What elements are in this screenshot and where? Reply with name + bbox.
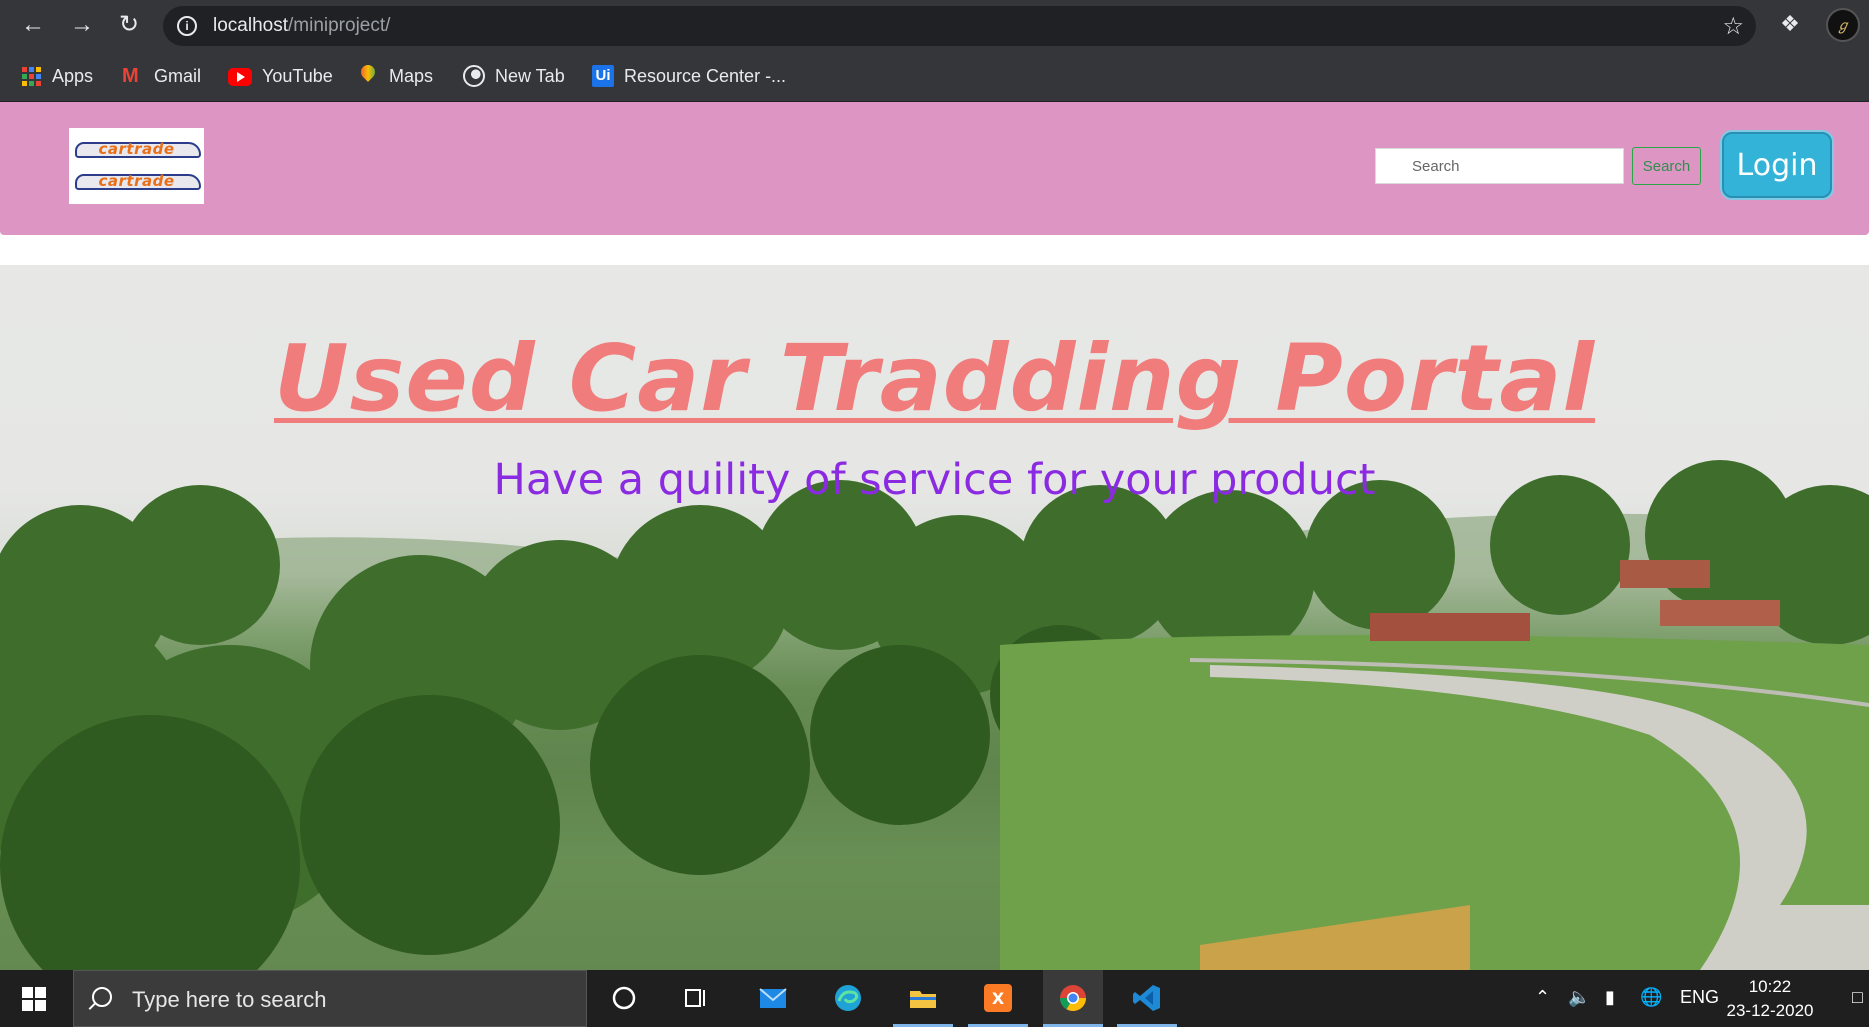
hero-banner: Used Car Tradding Portal Have a quility … <box>0 265 1869 970</box>
maps-icon <box>357 65 379 87</box>
browser-toolbar: ← → ↻ i localhost/miniproject/ ☆ ❖ ℊ <box>0 0 1869 50</box>
vscode-icon[interactable] <box>1117 970 1177 1027</box>
bookmark-label: Apps <box>52 65 94 86</box>
volume-icon[interactable]: 🔈 <box>1568 987 1590 1008</box>
logo-text: cartrade <box>98 172 175 190</box>
windows-start-icon[interactable] <box>22 987 46 1011</box>
hero-subtitle: Have a quility of service for your produ… <box>493 455 1376 505</box>
xampp-icon[interactable]: X <box>968 970 1028 1027</box>
bookmark-apps[interactable]: Apps <box>20 62 93 90</box>
site-navbar: cartrade cartrade Search Login <box>0 102 1869 235</box>
notifications-icon[interactable]: □ <box>1852 987 1863 1008</box>
youtube-icon <box>228 68 252 86</box>
system-clock[interactable]: 10:22 23-12-2020 <box>1720 975 1820 1023</box>
language-indicator[interactable]: ENG <box>1680 987 1719 1008</box>
clock-date: 23-12-2020 <box>1726 1001 1814 1020</box>
bookmark-resource-center[interactable]: Ui Resource Center -... <box>592 62 786 90</box>
network-globe-icon[interactable]: 🌐 <box>1640 987 1662 1008</box>
header-spacer <box>0 235 1869 265</box>
forward-arrow-icon[interactable]: → <box>66 9 98 41</box>
windows-taskbar: Type here to search X ⌃ 🔈 ▮ 🌐 ENG 10:22 … <box>0 970 1869 1027</box>
extensions-puzzle-icon[interactable]: ❖ <box>1776 10 1804 38</box>
profile-avatar[interactable]: ℊ <box>1826 8 1860 42</box>
bookmark-label: Maps <box>389 65 434 86</box>
show-hidden-icons-chevron-icon[interactable]: ⌃ <box>1535 987 1550 1008</box>
taskbar-search-box[interactable]: Type here to search <box>73 970 587 1027</box>
url-path: /miniproject/ <box>288 15 391 36</box>
gmail-icon: M <box>122 65 139 87</box>
site-info-icon[interactable]: i <box>177 16 197 36</box>
apps-grid-icon <box>20 65 42 87</box>
search-icon <box>92 987 112 1007</box>
globe-icon <box>463 65 485 87</box>
ui-icon: Ui <box>592 65 614 87</box>
battery-icon[interactable]: ▮ <box>1605 987 1615 1008</box>
svg-text:X: X <box>992 989 1005 1008</box>
cortana-icon[interactable] <box>594 970 654 1027</box>
bookmark-youtube[interactable]: YouTube <box>228 62 333 90</box>
bookmark-star-icon[interactable]: ☆ <box>1722 12 1744 41</box>
file-explorer-icon[interactable] <box>893 970 953 1027</box>
cartrade-logo[interactable]: cartrade cartrade <box>69 128 204 204</box>
edge-browser-icon[interactable] <box>818 970 878 1027</box>
clock-time: 10:22 <box>1748 977 1792 996</box>
back-arrow-icon[interactable]: ← <box>17 9 49 41</box>
bookmark-label: Resource Center -... <box>624 65 787 86</box>
url-text[interactable]: localhost/miniproject/ <box>213 15 390 37</box>
login-button[interactable]: Login <box>1722 132 1832 198</box>
logo-row: cartrade <box>73 136 201 164</box>
bookmark-label: New Tab <box>495 65 565 86</box>
bookmark-new-tab[interactable]: New Tab <box>463 62 565 90</box>
address-bar[interactable]: i localhost/miniproject/ ☆ <box>163 6 1756 46</box>
chrome-browser-icon[interactable] <box>1043 970 1103 1027</box>
bookmark-maps[interactable]: Maps <box>357 62 433 90</box>
hero-title: Used Car Tradding Portal <box>273 325 1596 432</box>
logo-row: cartrade <box>73 168 201 196</box>
url-host: localhost <box>213 15 288 36</box>
taskbar-search-placeholder: Type here to search <box>132 987 327 1012</box>
logo-text: cartrade <box>98 140 175 158</box>
bookmark-label: Gmail <box>154 65 202 86</box>
bookmark-label: YouTube <box>262 65 333 86</box>
bookmarks-bar: Apps M Gmail YouTube Maps New Tab Ui Res… <box>0 50 1869 102</box>
mail-app-icon[interactable] <box>743 970 803 1027</box>
task-view-icon[interactable] <box>666 970 726 1027</box>
search-button[interactable]: Search <box>1632 147 1701 185</box>
reload-icon[interactable]: ↻ <box>113 9 145 41</box>
bookmark-gmail[interactable]: M Gmail <box>122 62 201 90</box>
search-input[interactable] <box>1375 148 1624 184</box>
